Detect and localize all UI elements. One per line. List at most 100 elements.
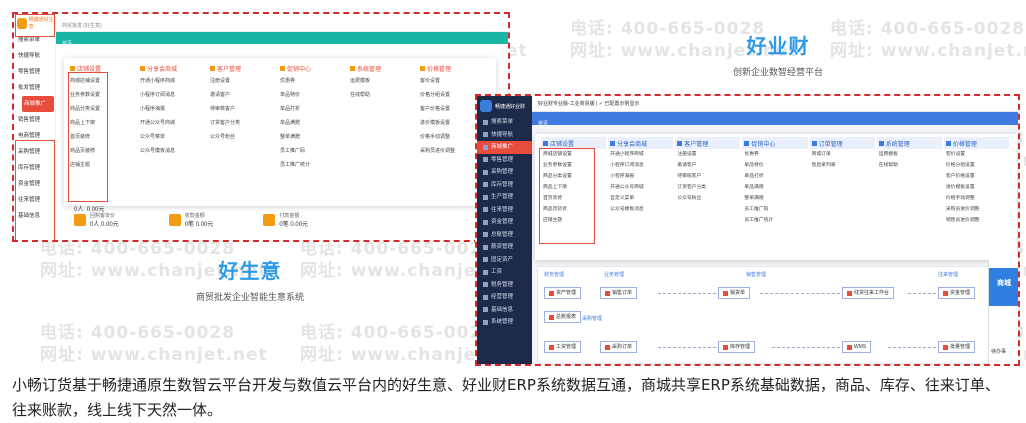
menu-item[interactable]: 整单满赠: [742, 193, 809, 204]
menu-item[interactable]: 公众号模板消息: [140, 144, 210, 158]
menu-icon: [483, 157, 488, 163]
menu-item[interactable]: 运费模板: [350, 74, 420, 88]
sidebar-item[interactable]: 销售管理: [14, 112, 55, 128]
menu-item[interactable]: 在线帮助: [350, 88, 420, 102]
menu-item[interactable]: 小程序订阅消息: [140, 88, 210, 102]
menu-item[interactable]: 员工推广码: [280, 144, 350, 158]
menu-item[interactable]: 小程序海报: [608, 171, 675, 182]
menu-column: 系统管理 运费模板 在线帮助: [350, 62, 420, 172]
sidebar-item-label: 生产管理: [491, 194, 514, 200]
flow-node[interactable]: 批量管理: [938, 341, 976, 353]
flow-node[interactable]: 总账报表: [544, 311, 582, 323]
sidebar-item[interactable]: 搜索菜单: [477, 116, 532, 129]
sidebar-item[interactable]: 往来管理: [477, 204, 532, 217]
sidebar-item[interactable]: 薪资管理: [477, 241, 532, 254]
menu-item[interactable]: 开通小程序商城: [608, 149, 675, 160]
sidebar-item[interactable]: 快捷导航: [14, 48, 55, 64]
menu-item[interactable]: 员工推广统计: [742, 215, 809, 226]
promo-banner[interactable]: 商城: [989, 268, 1018, 306]
menu-item[interactable]: 售后单列表: [810, 160, 877, 171]
menu-item[interactable]: 公众号模板消息: [608, 204, 675, 215]
sidebar-item-label: 销售管理: [18, 117, 41, 123]
menu-item[interactable]: 员工推广统计: [280, 158, 350, 172]
flow-node[interactable]: 工资管理: [544, 341, 582, 353]
section-icon: [420, 65, 425, 71]
menu-item[interactable]: 自定义菜单: [608, 193, 675, 204]
tab-home[interactable]: 首页: [532, 121, 548, 127]
sidebar-item-label: 基础信息: [491, 306, 514, 313]
menu-item[interactable]: 整单满赠: [280, 130, 350, 144]
sidebar-item[interactable]: 生产管理: [477, 191, 532, 204]
sidebar-item[interactable]: 固定资产: [477, 254, 532, 267]
sidebar-item[interactable]: 基础信息: [477, 304, 532, 317]
sidebar-item-label: 系统管理: [491, 319, 514, 325]
menu-item[interactable]: 价格分组设置: [944, 160, 1011, 171]
sidebar-item[interactable]: 系统管理: [477, 316, 532, 329]
sidebar-item[interactable]: 工资: [477, 266, 532, 279]
menu-item[interactable]: 公众号粉丝: [210, 130, 280, 144]
menu-item[interactable]: 客价设置: [420, 74, 490, 88]
menu-item[interactable]: 单品打折: [742, 171, 809, 182]
menu-item[interactable]: 客价设置: [944, 149, 1011, 160]
menu-item[interactable]: 在线帮助: [877, 160, 944, 171]
flow-node[interactable]: 库存管理: [718, 341, 756, 353]
section-icon: [811, 140, 817, 146]
menu-item[interactable]: 注册设置: [210, 74, 280, 88]
menu-item[interactable]: 进价模板设置: [944, 182, 1011, 193]
sidebar-item[interactable]: 资金管理: [477, 216, 532, 229]
flow-node[interactable]: 销货单: [718, 287, 751, 299]
sidebar-item[interactable]: 采购管理: [477, 166, 532, 179]
menu-item[interactable]: 开通公众号商城: [140, 116, 210, 130]
sidebar-item[interactable]: 批发管理: [14, 80, 55, 96]
sidebar-item[interactable]: 快捷导航: [477, 129, 532, 142]
sidebar-item[interactable]: 库存管理: [477, 179, 532, 192]
menu-item[interactable]: 订货客户分类: [675, 182, 742, 193]
tab-bar: 首页: [532, 112, 1018, 127]
menu-item[interactable]: 单品特价: [280, 88, 350, 102]
brand-tagline: 创新企业数智经营平台: [732, 67, 823, 77]
menu-item[interactable]: 待审核客户: [210, 102, 280, 116]
menu-item[interactable]: 优惠券: [280, 74, 350, 88]
flow-node[interactable]: 销售订单: [600, 287, 638, 299]
menu-item[interactable]: 员工推广码: [742, 204, 809, 215]
menu-item[interactable]: 公众号菜单: [140, 130, 210, 144]
menu-item[interactable]: 采购员进价调整: [944, 204, 1011, 215]
menu-item[interactable]: 客户价格设置: [944, 171, 1011, 182]
menu-item[interactable]: 小程序订阅消息: [608, 160, 675, 171]
menu-item[interactable]: 待审核客户: [675, 171, 742, 182]
menu-item[interactable]: 邀请客户: [675, 160, 742, 171]
flow-node[interactable]: 线货往来工作台: [842, 287, 895, 299]
menu-item[interactable]: 邀请客户: [210, 88, 280, 102]
sidebar-item[interactable]: 商城推广: [477, 141, 532, 154]
menu-item[interactable]: 注册设置: [675, 149, 742, 160]
sidebar-item[interactable]: 税务管理: [477, 279, 532, 292]
sidebar-item[interactable]: 经营管理: [477, 291, 532, 304]
menu-item[interactable]: 运费模板: [877, 149, 944, 160]
sidebar-item[interactable]: 总账管理: [477, 229, 532, 242]
menu-item[interactable]: 单品打折: [280, 102, 350, 116]
flow-node[interactable]: 资产管理: [544, 287, 582, 299]
promo-figure: 畅捷通好生意 搜索菜单 快捷导航 零售管理 批发管理 商城推广 销售管理 电商管理 采购管理库…: [0, 0, 1026, 368]
menu-item[interactable]: 单品特价: [742, 160, 809, 171]
sidebar-item[interactable]: 零售管理: [14, 64, 55, 80]
menu-item[interactable]: 公众号粉丝: [675, 193, 742, 204]
menu-item[interactable]: 商城订单: [810, 149, 877, 160]
sidebar-item[interactable]: 零售管理: [477, 154, 532, 167]
menu-item[interactable]: 订货客户分类: [210, 116, 280, 130]
flow-node[interactable]: 资金管理: [938, 287, 976, 299]
menu-item[interactable]: 销售员进价调整: [944, 215, 1011, 226]
menu-item[interactable]: 单品满赠: [742, 182, 809, 193]
flow-node[interactable]: 采购订单: [600, 341, 638, 353]
menu-icon: [483, 119, 488, 125]
menu-column-title: 订单管理: [809, 137, 875, 149]
tab-home[interactable]: 首页: [56, 41, 72, 47]
menu-item[interactable]: 单品满赠: [280, 116, 350, 130]
menu-item[interactable]: 开通小程序商城: [140, 74, 210, 88]
menu-item[interactable]: 优惠券: [742, 149, 809, 160]
menu-item[interactable]: 价格手动调整: [944, 193, 1011, 204]
sidebar-item-label: 工资: [491, 269, 503, 275]
sidebar-item[interactable]: 商城推广: [22, 96, 54, 112]
flow-node[interactable]: WMS: [842, 341, 872, 353]
menu-item[interactable]: 小程序海报: [140, 102, 210, 116]
menu-item[interactable]: 开通公众号商城: [608, 182, 675, 193]
